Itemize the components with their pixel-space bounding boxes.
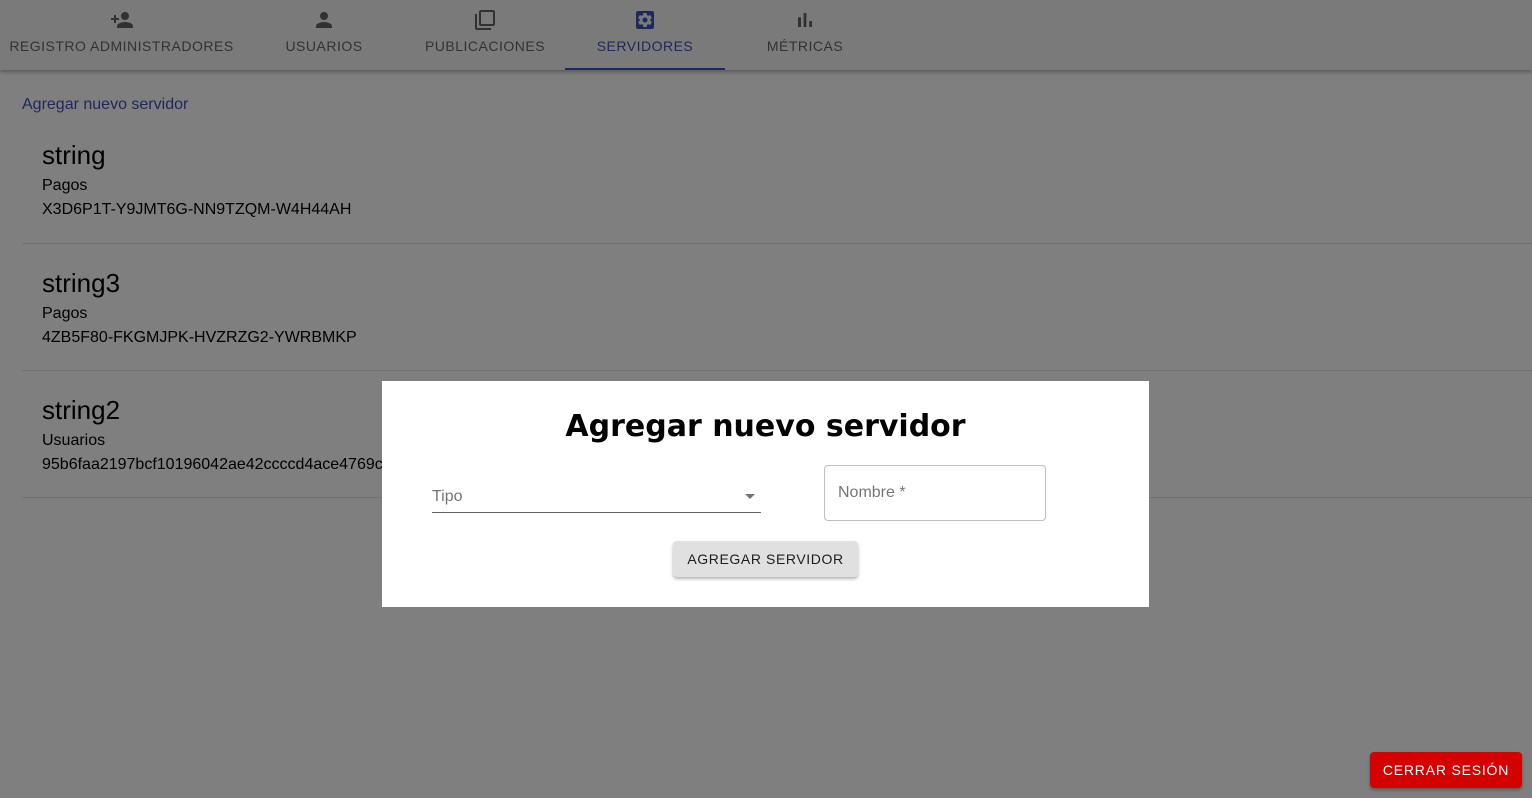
page: REGISTRO ADMINISTRADORES USUARIOS PUBLIC… bbox=[0, 0, 1532, 798]
type-select-label: Tipo bbox=[432, 488, 463, 505]
name-input[interactable] bbox=[825, 466, 1045, 520]
name-field[interactable] bbox=[824, 465, 1046, 521]
add-server-button[interactable]: AGREGAR SERVIDOR bbox=[673, 541, 858, 577]
add-server-dialog: Agregar nuevo servidor Tipo AGREGAR SERV… bbox=[382, 381, 1149, 607]
dropdown-arrow-icon bbox=[745, 494, 755, 499]
type-select[interactable]: Tipo bbox=[432, 481, 761, 513]
logout-button[interactable]: CERRAR SESIÓN bbox=[1370, 752, 1522, 788]
dialog-title: Agregar nuevo servidor bbox=[565, 409, 966, 444]
